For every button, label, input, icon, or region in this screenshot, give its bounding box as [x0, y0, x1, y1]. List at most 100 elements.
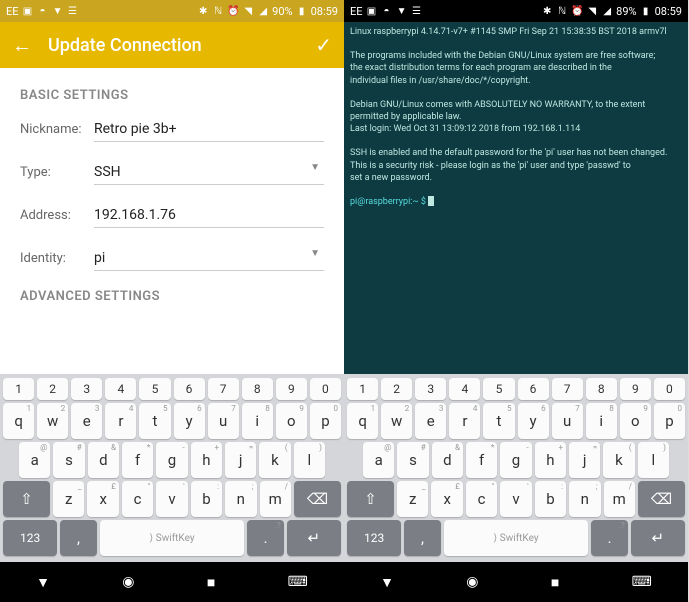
- key-8[interactable]: 8: [586, 378, 617, 400]
- key-i[interactable]: 8i: [242, 403, 273, 439]
- key-d[interactable]: &d: [88, 442, 119, 478]
- key-c[interactable]: "c: [466, 481, 497, 517]
- key-f[interactable]: *f: [122, 442, 153, 478]
- key-m[interactable]: /m: [260, 481, 291, 517]
- key-y[interactable]: 6y: [518, 403, 549, 439]
- key-3[interactable]: 3: [415, 378, 446, 400]
- key-9[interactable]: 9: [276, 378, 307, 400]
- key-6[interactable]: 6: [518, 378, 549, 400]
- key-v[interactable]: 'v: [156, 481, 187, 517]
- back-icon[interactable]: ←: [12, 33, 32, 58]
- key-b[interactable]: :b: [191, 481, 222, 517]
- key-c[interactable]: "c: [122, 481, 153, 517]
- key-g[interactable]: -g: [500, 442, 531, 478]
- identity-select[interactable]: pi ▼: [94, 246, 324, 271]
- key-b[interactable]: :b: [535, 481, 566, 517]
- key-0[interactable]: 0: [310, 378, 341, 400]
- key-y[interactable]: 6y: [174, 403, 205, 439]
- key-d[interactable]: &d: [432, 442, 463, 478]
- key-q[interactable]: 1q: [347, 403, 378, 439]
- key-v[interactable]: 'v: [500, 481, 531, 517]
- nav-recent-icon[interactable]: ■: [207, 574, 215, 591]
- key-j[interactable]: =j: [225, 442, 256, 478]
- nav-keyboard-icon[interactable]: ⌨: [632, 574, 652, 590]
- key-shift[interactable]: ⇧: [3, 481, 50, 517]
- key-f[interactable]: *f: [466, 442, 497, 478]
- key-period[interactable]: .?.: [247, 520, 283, 556]
- key-8[interactable]: 8: [242, 378, 273, 400]
- key-n[interactable]: ;n: [569, 481, 600, 517]
- key-comma[interactable]: ,: [60, 520, 96, 556]
- key-p[interactable]: 0p: [310, 403, 341, 439]
- key-a[interactable]: @a: [19, 442, 50, 478]
- key-7[interactable]: 7: [208, 378, 239, 400]
- key-u[interactable]: 7u: [208, 403, 239, 439]
- terminal[interactable]: Linux raspberrypi 4.14.71-v7+ #1145 SMP …: [344, 22, 688, 374]
- key-period[interactable]: .?.: [591, 520, 627, 556]
- key-7[interactable]: 7: [552, 378, 583, 400]
- key-j[interactable]: =j: [569, 442, 600, 478]
- key-e[interactable]: 3e: [415, 403, 446, 439]
- key-i[interactable]: 8i: [586, 403, 617, 439]
- nickname-input[interactable]: [94, 117, 324, 142]
- key-backspace[interactable]: ⌫: [638, 481, 685, 517]
- key-x[interactable]: £x: [431, 481, 462, 517]
- key-123[interactable]: 123: [347, 520, 401, 556]
- nav-home-icon[interactable]: ◉: [122, 574, 134, 590]
- nav-keyboard-icon[interactable]: ⌨: [288, 574, 308, 590]
- key-k[interactable]: (k: [603, 442, 634, 478]
- key-p[interactable]: 0p: [654, 403, 685, 439]
- key-s[interactable]: #s: [53, 442, 84, 478]
- key-1[interactable]: 1: [3, 378, 34, 400]
- key-h[interactable]: +h: [535, 442, 566, 478]
- key-space[interactable]: ⟩ SwiftKey: [444, 520, 589, 556]
- key-s[interactable]: #s: [397, 442, 428, 478]
- address-input[interactable]: [94, 203, 324, 228]
- key-r[interactable]: 4r: [449, 403, 480, 439]
- key-o[interactable]: 9o: [276, 403, 307, 439]
- key-2[interactable]: 2: [381, 378, 412, 400]
- key-w[interactable]: 2w: [37, 403, 68, 439]
- key-k[interactable]: (k: [259, 442, 290, 478]
- key-h[interactable]: +h: [191, 442, 222, 478]
- key-enter[interactable]: ↵: [631, 520, 685, 556]
- nav-back-icon[interactable]: ▼: [380, 574, 394, 591]
- type-select[interactable]: SSH ▼: [94, 160, 324, 185]
- key-l[interactable]: )l: [294, 442, 325, 478]
- key-enter[interactable]: ↵: [287, 520, 341, 556]
- key-e[interactable]: 3e: [71, 403, 102, 439]
- key-shift[interactable]: ⇧: [347, 481, 394, 517]
- key-u[interactable]: 7u: [552, 403, 583, 439]
- key-l[interactable]: )l: [638, 442, 669, 478]
- key-2[interactable]: 2: [37, 378, 68, 400]
- key-4[interactable]: 4: [105, 378, 136, 400]
- key-1[interactable]: 1: [347, 378, 378, 400]
- nav-back-icon[interactable]: ▼: [36, 574, 50, 591]
- key-5[interactable]: 5: [139, 378, 170, 400]
- key-g[interactable]: -g: [156, 442, 187, 478]
- key-t[interactable]: 5t: [139, 403, 170, 439]
- key-z[interactable]: _z: [53, 481, 84, 517]
- key-backspace[interactable]: ⌫: [294, 481, 341, 517]
- key-x[interactable]: £x: [87, 481, 118, 517]
- key-3[interactable]: 3: [71, 378, 102, 400]
- key-123[interactable]: 123: [3, 520, 57, 556]
- key-6[interactable]: 6: [174, 378, 205, 400]
- confirm-icon[interactable]: ✓: [315, 33, 332, 57]
- key-0[interactable]: 0: [654, 378, 685, 400]
- key-n[interactable]: ;n: [225, 481, 256, 517]
- key-a[interactable]: @a: [363, 442, 394, 478]
- nav-recent-icon[interactable]: ■: [551, 574, 559, 591]
- key-9[interactable]: 9: [620, 378, 651, 400]
- key-space[interactable]: ⟩ SwiftKey: [100, 520, 245, 556]
- key-comma[interactable]: ,: [404, 520, 440, 556]
- nav-home-icon[interactable]: ◉: [466, 574, 478, 590]
- key-m[interactable]: /m: [604, 481, 635, 517]
- key-o[interactable]: 9o: [620, 403, 651, 439]
- key-r[interactable]: 4r: [105, 403, 136, 439]
- key-q[interactable]: 1q: [3, 403, 34, 439]
- key-w[interactable]: 2w: [381, 403, 412, 439]
- key-4[interactable]: 4: [449, 378, 480, 400]
- key-t[interactable]: 5t: [483, 403, 514, 439]
- key-5[interactable]: 5: [483, 378, 514, 400]
